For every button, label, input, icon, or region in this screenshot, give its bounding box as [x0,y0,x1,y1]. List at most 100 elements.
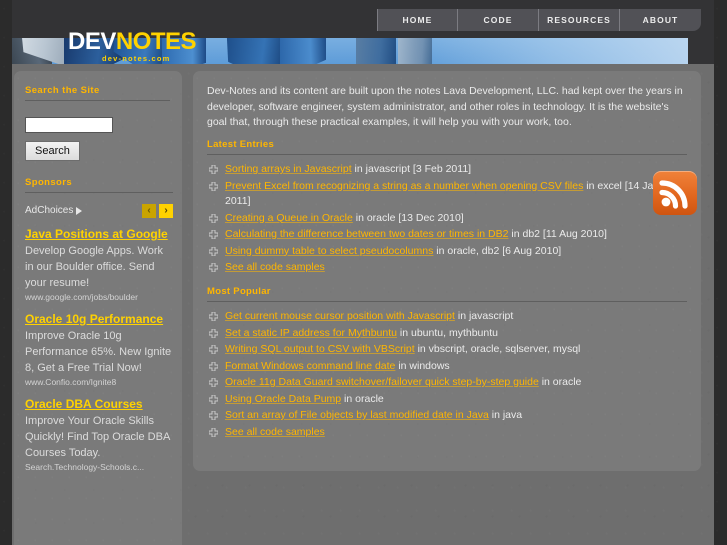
entry-meta: in db2 [11 Aug 2010] [508,228,607,240]
entry-meta: in ubuntu, mythbuntu [396,326,498,339]
sponsor-ad-description: Improve Oracle 10g Performance 65%. New … [25,330,172,374]
search-input[interactable] [25,117,113,133]
list-item: Creating a Queue in Oracle in oracle [13… [207,211,687,227]
sponsor-ad-description: Improve Your Oracle Skills Quickly! Find… [25,415,170,459]
main-navigation: HOME CODE RESOURCES ABOUT [377,9,701,31]
main-content: Dev-Notes and its content are built upon… [193,71,701,471]
sponsor-ad: Oracle DBA Courses Improve Your Oracle S… [25,397,173,473]
entry-link[interactable]: Using dummy table to select pseudocolumn… [225,245,433,257]
sponsors-widget-title: Sponsors [25,177,73,188]
sponsor-ad: Java Positions at Google Develop Google … [25,227,173,303]
list-item: Sorting arrays in Javascript in javascri… [207,162,687,178]
entry-meta: in oracle [341,392,384,405]
nav-item-code[interactable]: CODE [458,9,539,31]
entry-link[interactable]: Using Oracle Data Pump [225,393,341,405]
ad-next-button[interactable]: › [159,203,173,218]
divider [207,301,687,302]
plus-bullet-icon [209,312,218,321]
entry-link[interactable]: Sort an array of File objects by last mo… [225,409,489,421]
rss-feed-icon[interactable] [653,171,697,215]
entry-link[interactable]: Oracle 11g Data Guard switchover/failove… [225,376,539,388]
plus-bullet-icon [209,246,218,256]
entry-link[interactable]: Writing SQL output to CSV with VBScript [225,343,415,355]
adchoices-label[interactable]: AdChoices [25,205,83,216]
plus-bullet-icon [209,165,218,174]
entry-link[interactable]: Prevent Excel from recognizing a string … [225,180,583,192]
nav-item-home[interactable]: HOME [377,9,458,31]
entry-link[interactable]: Set a static IP address for Mythbuntu [225,327,397,339]
site-logo-notes: NOTES [115,28,197,55]
nav-item-resources[interactable]: RESOURCES [539,9,620,31]
list-item: Format Windows command line date in wind… [207,359,687,375]
latest-entries-title: Latest Entries [207,139,275,150]
see-all-code-samples-link[interactable]: See all code samples [225,261,325,273]
intro-paragraph: Dev-Notes and its content are built upon… [207,85,683,128]
list-item: See all code samples [207,260,687,276]
site-logo-dev: DEV [68,28,116,55]
entry-link[interactable]: Get current mouse cursor position with J… [225,310,455,322]
sponsor-ad-title[interactable]: Oracle DBA Courses [25,397,173,412]
entry-meta: in oracle, db2 [6 Aug 2010] [433,244,562,257]
list-item: Writing SQL output to CSV with VBScript … [207,342,687,358]
most-popular-section: Most Popular Get current mouse cursor po… [207,286,687,441]
sponsor-ad-url: www.Confio.com/Ignite8 [25,377,117,387]
divider [25,192,173,193]
plus-bullet-icon [209,263,218,272]
sponsor-ad-title[interactable]: Java Positions at Google [25,227,173,242]
most-popular-list: Get current mouse cursor position with J… [207,309,687,440]
sponsor-ad-description: Develop Google Apps. Work in our Boulder… [25,245,163,289]
list-item: Prevent Excel from recognizing a string … [207,179,687,210]
list-item: Calculating the difference between two d… [207,227,687,243]
adchoices-row: AdChoices ‹ › [25,203,173,218]
divider [207,154,687,155]
search-button[interactable]: Search [25,141,80,161]
latest-entries-section: Latest Entries Sorting arrays in Javascr… [207,139,687,277]
list-item: Set a static IP address for Mythbuntu in… [207,326,687,342]
entry-link[interactable]: Creating a Queue in Oracle [225,212,353,224]
triangle-right-icon [76,206,83,215]
list-item: Using Oracle Data Pump in oracle [207,392,687,408]
entry-link[interactable]: Format Windows command line date [225,360,395,372]
entry-meta: in java [488,409,523,421]
entry-meta: in oracle [538,376,582,388]
plus-bullet-icon [209,427,218,437]
site-logo-text: DEVNOTES [68,28,197,55]
sidebar: Search the Site Search Sponsors AdChoice… [14,71,182,545]
plus-bullet-icon [209,230,218,239]
list-item: Get current mouse cursor position with J… [207,309,687,325]
site-logo[interactable]: DEVNOTES dev-notes.com [68,28,197,63]
see-all-code-samples-link[interactable]: See all code samples [225,426,325,438]
page-wrapper: DEVNOTES dev-notes.com HOME CODE RESOURC… [12,0,714,545]
ad-carousel-controls: ‹ › [139,203,173,218]
list-item: Oracle 11g Data Guard switchover/failove… [207,375,687,391]
sponsor-ad-url: Search.Technology-Schools.c... [25,462,145,472]
sponsor-ad-url: www.google.com/jobs/boulder [25,292,138,302]
most-popular-title: Most Popular [207,286,271,297]
plus-bullet-icon [209,394,218,404]
entry-meta: in windows [395,359,450,372]
entry-meta: in oracle [13 Dec 2010] [352,211,464,224]
plus-bullet-icon [209,411,218,420]
divider [25,100,170,101]
sponsor-ad-title[interactable]: Oracle 10g Performance [25,312,173,327]
plus-bullet-icon [209,213,218,223]
plus-bullet-icon [209,378,218,387]
latest-entries-list: Sorting arrays in Javascript in javascri… [207,162,687,276]
entry-meta: in javascript [3 Feb 2011] [351,163,472,175]
plus-bullet-icon [209,181,218,191]
plus-bullet-icon [209,345,218,354]
sponsors-widget: Sponsors AdChoices ‹ › Java Positions at… [25,177,173,473]
list-item: See all code samples [207,425,687,441]
plus-bullet-icon [209,328,218,338]
entry-meta: in vbscript, oracle, sqlserver, mysql [414,343,581,355]
entry-link[interactable]: Calculating the difference between two d… [225,228,508,240]
entry-meta: in javascript [454,310,514,322]
ad-prev-button[interactable]: ‹ [142,203,156,218]
search-widget: Search the Site Search [25,85,170,161]
entry-link[interactable]: Sorting arrays in Javascript [225,163,352,175]
sponsor-ad: Oracle 10g Performance Improve Oracle 10… [25,312,173,388]
list-item: Using dummy table to select pseudocolumn… [207,244,687,260]
adchoices-text: AdChoices [25,205,74,216]
list-item: Sort an array of File objects by last mo… [207,408,687,424]
nav-item-about[interactable]: ABOUT [620,9,701,31]
